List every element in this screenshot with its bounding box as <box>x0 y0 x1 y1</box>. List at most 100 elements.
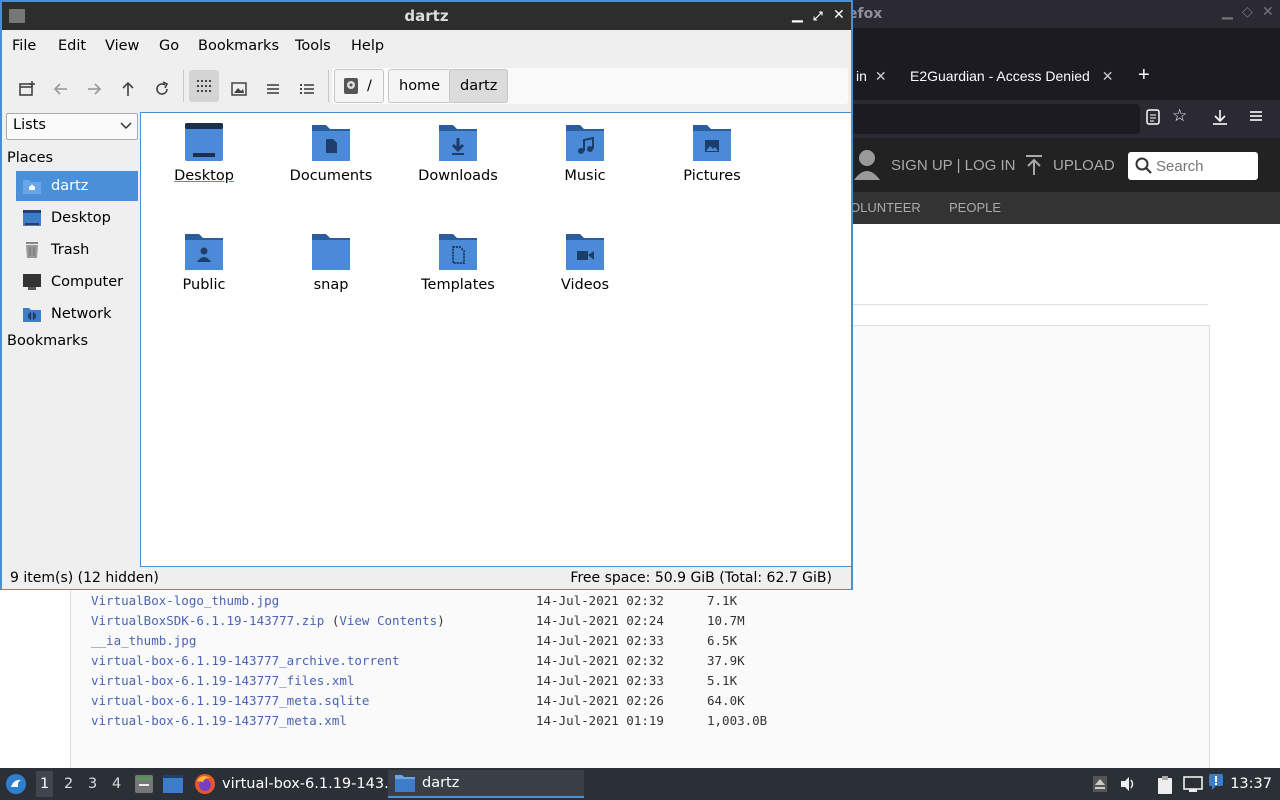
folder-item-documents[interactable]: Documents <box>271 121 391 221</box>
close-icon[interactable]: ✕ <box>1262 4 1274 20</box>
file-link[interactable]: VirtualBoxSDK-6.1.19-143777.zip <box>91 613 324 628</box>
sidebar-item-label: Computer <box>51 274 124 290</box>
folder-item-public[interactable]: Public <box>144 230 264 330</box>
url-bar[interactable] <box>852 104 1140 134</box>
user-avatar-icon[interactable] <box>853 148 881 185</box>
workspace-4[interactable]: 4 <box>112 776 121 792</box>
crumb-dartz[interactable]: dartz <box>449 69 509 103</box>
downloads-icon[interactable] <box>1211 108 1229 131</box>
sidebar-item-desktop[interactable]: Desktop <box>16 203 138 233</box>
crumb-root[interactable]: / <box>334 69 384 103</box>
file-link[interactable]: VirtualBox-logo_thumb.jpg <box>91 593 279 608</box>
detailed-list-view-button[interactable] <box>292 74 322 104</box>
compact-list-icon <box>267 84 279 94</box>
view-contents-wrap: (View Contents) <box>324 613 445 628</box>
file-link[interactable]: virtual-box-6.1.19-143777_meta.xml <box>91 713 347 728</box>
file-name-group: VirtualBoxSDK-6.1.19-143777.zip (View Co… <box>91 613 445 628</box>
folder-label: Documents <box>289 168 373 184</box>
templates-folder-icon <box>439 234 477 270</box>
folder-label: Desktop <box>174 168 234 184</box>
statusbar: 9 item(s) (12 hidden) Free space: 50.9 G… <box>2 567 851 589</box>
bookmark-star-icon[interactable]: ☆ <box>1172 106 1187 126</box>
window-titlebar[interactable]: dartz ▁ ⤢ ✕ <box>2 2 851 30</box>
upload-icon[interactable] <box>1024 154 1044 179</box>
folder-item-desktop[interactable]: Desktop <box>144 121 264 221</box>
forward-button[interactable] <box>79 74 109 104</box>
hamburger-menu-icon[interactable] <box>1248 108 1264 129</box>
tab-partial[interactable]: in ✕ <box>856 68 887 85</box>
file-link[interactable]: __ia_thumb.jpg <box>91 633 196 648</box>
file-link[interactable]: virtual-box-6.1.19-143777_archive.torren… <box>91 653 400 668</box>
tab-close-icon[interactable]: ✕ <box>1102 68 1114 84</box>
thumbnail-view-button[interactable] <box>224 74 254 104</box>
folder-item-pictures[interactable]: Pictures <box>652 121 772 221</box>
desktop-launcher-icon[interactable] <box>162 774 184 798</box>
file-manager-window: dartz ▁ ⤢ ✕ File Edit View Go Bookmarks … <box>0 0 853 590</box>
grid-view-icon <box>197 80 211 92</box>
file-row: virtual-box-6.1.19-143777_files.xml 14-J… <box>91 673 851 693</box>
start-menu-icon[interactable] <box>5 773 27 799</box>
up-button[interactable] <box>113 74 143 104</box>
maximize-icon[interactable]: ⤢ <box>813 9 823 24</box>
view-contents-link[interactable]: View Contents <box>339 613 437 628</box>
file-manager-launcher-icon[interactable] <box>134 773 154 799</box>
back-button[interactable] <box>46 74 76 104</box>
task-file-manager[interactable]: dartz <box>388 770 584 798</box>
file-link[interactable]: virtual-box-6.1.19-143777_meta.sqlite <box>91 693 369 708</box>
notification-icon[interactable] <box>1208 773 1226 791</box>
network-tray-icon[interactable] <box>1183 775 1203 793</box>
folder-item-downloads[interactable]: Downloads <box>398 121 518 221</box>
sidebar-mode-select[interactable]: Lists <box>6 113 138 140</box>
nav-volunteer-link[interactable]: OLUNTEER <box>850 200 921 215</box>
signup-login-link[interactable]: SIGN UP | LOG IN <box>891 157 1015 174</box>
icon-view-button[interactable] <box>189 70 219 102</box>
tray-eject-icon[interactable] <box>1092 775 1110 793</box>
menubar: File Edit View Go Bookmarks Tools Help <box>2 30 851 62</box>
file-link[interactable]: virtual-box-6.1.19-143777_files.xml <box>91 673 354 688</box>
crumb-home[interactable]: home <box>388 69 452 103</box>
folder-item-videos[interactable]: Videos <box>525 230 645 330</box>
reader-view-icon[interactable] <box>1145 108 1161 131</box>
volume-icon[interactable] <box>1119 775 1137 793</box>
sidebar-item-network[interactable]: Network <box>16 299 138 329</box>
menu-view[interactable]: View <box>105 38 139 54</box>
menu-go[interactable]: Go <box>159 38 179 54</box>
file-row: VirtualBox-logo_thumb.jpg 14-Jul-2021 02… <box>91 593 851 613</box>
folder-item-snap[interactable]: snap <box>271 230 391 330</box>
workspace-1[interactable]: 1 <box>36 771 54 797</box>
folder-item-templates[interactable]: Templates <box>398 230 518 330</box>
reload-button[interactable] <box>147 74 177 104</box>
sidebar-item-dartz[interactable]: dartz <box>16 171 138 201</box>
crumb-label: / <box>367 78 372 94</box>
file-date: 14-Jul-2021 02:26 <box>536 693 664 708</box>
tab-access-denied[interactable]: E2Guardian - Access Denied ✕ <box>910 68 1114 85</box>
workspace-2[interactable]: 2 <box>64 776 73 792</box>
menu-edit[interactable]: Edit <box>58 38 86 54</box>
new-tab-icon[interactable]: + <box>1138 64 1150 87</box>
sidebar-item-trash[interactable]: Trash <box>16 235 138 265</box>
folder-view[interactable]: Desktop Documents Downloads Music Pictur… <box>140 112 852 567</box>
computer-icon <box>22 273 42 291</box>
minimize-icon[interactable]: ▁ <box>1222 4 1233 20</box>
compact-view-button[interactable] <box>258 74 288 104</box>
maximize-icon[interactable]: ◇ <box>1242 4 1253 20</box>
workspace-3[interactable]: 3 <box>88 776 97 792</box>
menu-tools[interactable]: Tools <box>295 38 331 54</box>
folder-label: Pictures <box>683 168 741 184</box>
nav-people-link[interactable]: PEOPLE <box>949 200 1001 215</box>
sidebar-item-computer[interactable]: Computer <box>16 267 138 297</box>
task-firefox[interactable]: virtual-box-6.1.19-143... <box>188 770 404 798</box>
file-size: 10.7M <box>707 613 745 628</box>
new-tab-button[interactable] <box>12 74 42 104</box>
tab-close-icon[interactable]: ✕ <box>875 68 887 84</box>
minimize-icon[interactable]: ▁ <box>792 7 803 23</box>
clipboard-icon[interactable] <box>1156 775 1174 794</box>
close-icon[interactable]: ✕ <box>833 7 845 23</box>
menu-help[interactable]: Help <box>351 38 384 54</box>
folder-item-music[interactable]: Music <box>525 121 645 221</box>
menu-bookmarks[interactable]: Bookmarks <box>198 38 279 54</box>
downloads-folder-icon <box>439 125 477 161</box>
upload-link[interactable]: UPLOAD <box>1053 157 1115 174</box>
menu-file[interactable]: File <box>12 38 36 54</box>
bookmarks-heading: Bookmarks <box>7 333 89 349</box>
